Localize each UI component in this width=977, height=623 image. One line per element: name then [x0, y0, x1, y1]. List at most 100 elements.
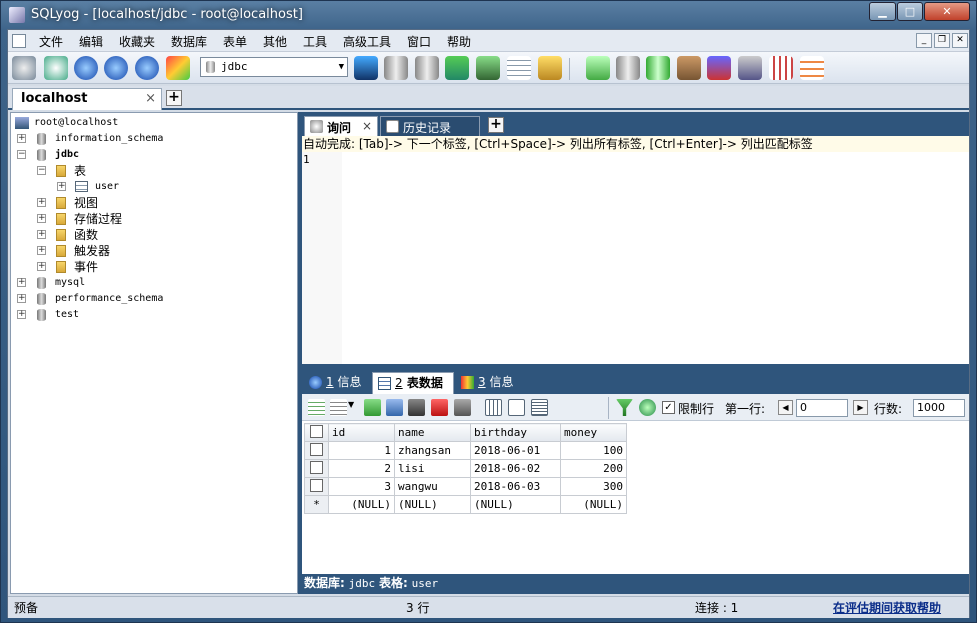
expand-icon[interactable]: +	[37, 230, 46, 239]
refresh-icon[interactable]	[639, 399, 656, 416]
monitor-icon[interactable]	[738, 56, 762, 80]
tab-localhost[interactable]: localhost ×	[12, 88, 162, 110]
column-header-money[interactable]: money	[560, 423, 627, 442]
schema-designer-icon[interactable]	[800, 56, 824, 80]
menu-edit[interactable]: 编辑	[79, 33, 103, 50]
document-icon[interactable]	[12, 34, 26, 48]
schema-sync-icon[interactable]	[586, 56, 610, 80]
cell-name[interactable]: zhangsan	[394, 441, 471, 460]
refresh-icon[interactable]	[74, 56, 98, 80]
cell-birthday[interactable]: 2018-06-03	[470, 477, 561, 496]
expand-icon[interactable]: +	[57, 182, 66, 191]
mdi-close-button[interactable]: ✕	[952, 33, 968, 48]
user-icon[interactable]	[354, 56, 378, 80]
menu-advanced-tools[interactable]: 高级工具	[343, 33, 391, 50]
chevron-down-icon[interactable]: ▼	[348, 400, 354, 409]
new-connection-icon[interactable]	[12, 56, 36, 80]
expand-icon[interactable]: +	[17, 294, 26, 303]
expand-icon[interactable]: +	[37, 246, 46, 255]
new-query-tab-button[interactable]: +	[488, 117, 504, 133]
help-link[interactable]: 在评估期间获取帮助	[833, 598, 941, 618]
column-header-birthday[interactable]: birthday	[470, 423, 561, 442]
insert-dropdown-icon[interactable]	[330, 399, 347, 416]
table-row-new[interactable]: * (NULL) (NULL) (NULL) (NULL)	[304, 495, 627, 514]
cell-money[interactable]: 300	[560, 477, 627, 496]
row-header[interactable]	[304, 477, 329, 496]
horizontal-splitter[interactable]	[302, 364, 969, 372]
menu-window[interactable]: 窗口	[407, 33, 431, 50]
mdi-restore-button[interactable]: ❐	[934, 33, 950, 48]
cell-money[interactable]: 200	[560, 459, 627, 478]
export-icon[interactable]	[476, 56, 500, 80]
delete-icon[interactable]	[431, 399, 448, 416]
shapes-icon[interactable]	[166, 56, 190, 80]
row-checkbox[interactable]	[310, 460, 323, 474]
prev-page-button[interactable]: ◀	[778, 400, 793, 415]
row-header[interactable]	[304, 459, 329, 478]
compare-icon[interactable]	[646, 56, 670, 80]
query-editor[interactable]: 自动完成: [Tab]-> 下一个标签, [Ctrl+Space]-> 列出所有…	[302, 136, 969, 364]
cancel-icon[interactable]	[454, 399, 471, 416]
select-all-header[interactable]	[304, 423, 329, 442]
expand-icon[interactable]: +	[37, 262, 46, 271]
table-row[interactable]: 2 lisi 2018-06-02 200	[304, 459, 627, 478]
row-checkbox[interactable]	[310, 442, 323, 456]
column-header-id[interactable]: id	[328, 423, 395, 442]
table-key-icon[interactable]	[538, 56, 562, 80]
cell-money[interactable]: (NULL)	[560, 495, 627, 514]
first-row-input[interactable]: 0	[796, 399, 848, 417]
cell-id[interactable]: 2	[328, 459, 395, 478]
rows-count-input[interactable]: 1000	[913, 399, 965, 417]
menu-favorites[interactable]: 收藏夹	[119, 33, 155, 50]
expand-icon[interactable]: +	[37, 198, 46, 207]
collapse-icon[interactable]: −	[37, 166, 46, 175]
scheduler-icon[interactable]	[707, 56, 731, 80]
row-checkbox[interactable]	[310, 478, 323, 492]
data-sync-icon[interactable]	[616, 56, 640, 80]
cell-birthday[interactable]: 2018-06-02	[470, 459, 561, 478]
import-icon[interactable]	[445, 56, 469, 80]
maximize-button[interactable]: □	[897, 2, 923, 21]
close-tab-icon[interactable]: ×	[145, 91, 156, 106]
menu-file[interactable]: 文件	[39, 33, 63, 50]
insert-row-icon[interactable]	[308, 399, 325, 416]
restore-db-icon[interactable]	[415, 56, 439, 80]
forward-icon[interactable]	[104, 56, 128, 80]
query-builder-icon[interactable]	[769, 56, 793, 80]
tab-history[interactable]: 历史记录	[380, 116, 480, 136]
limit-rows-checkbox[interactable]: ✓	[662, 401, 675, 414]
cell-birthday[interactable]: (NULL)	[470, 495, 561, 514]
back-icon[interactable]	[135, 56, 159, 80]
cell-id[interactable]: 1	[328, 441, 395, 460]
menu-tools[interactable]: 工具	[303, 33, 327, 50]
tab-messages[interactable]: 1 信息	[304, 372, 370, 394]
close-tab-icon[interactable]: ×	[362, 119, 372, 133]
form-view-icon[interactable]	[508, 399, 525, 416]
new-connection-plus-icon[interactable]	[44, 56, 68, 80]
expand-icon[interactable]: +	[17, 278, 26, 287]
save-icon[interactable]	[408, 399, 425, 416]
cell-id[interactable]: 3	[328, 477, 395, 496]
select-all-checkbox[interactable]	[310, 424, 323, 438]
table-grid-icon[interactable]	[507, 56, 531, 80]
tab-info[interactable]: 3 信息	[456, 372, 526, 394]
menu-help[interactable]: 帮助	[447, 33, 471, 50]
collapse-icon[interactable]: −	[17, 150, 26, 159]
expand-icon[interactable]: +	[17, 310, 26, 319]
menu-table[interactable]: 表单	[223, 33, 247, 50]
cell-id[interactable]: (NULL)	[328, 495, 395, 514]
cell-name[interactable]: lisi	[394, 459, 471, 478]
cell-money[interactable]: 100	[560, 441, 627, 460]
mdi-minimize-button[interactable]: _	[916, 33, 932, 48]
new-tab-button[interactable]: +	[166, 90, 182, 106]
menu-database[interactable]: 数据库	[171, 33, 207, 50]
expand-icon[interactable]: +	[37, 214, 46, 223]
menu-other[interactable]: 其他	[263, 33, 287, 50]
cell-name[interactable]: wangwu	[394, 477, 471, 496]
backup-db-icon[interactable]	[384, 56, 408, 80]
expand-icon[interactable]: +	[17, 134, 26, 143]
migration-icon[interactable]	[677, 56, 701, 80]
database-select[interactable]: jdbc ▼	[200, 57, 348, 77]
table-row[interactable]: 1 zhangsan 2018-06-01 100	[304, 441, 627, 460]
tab-table-data[interactable]: 2 表数据	[372, 372, 454, 394]
